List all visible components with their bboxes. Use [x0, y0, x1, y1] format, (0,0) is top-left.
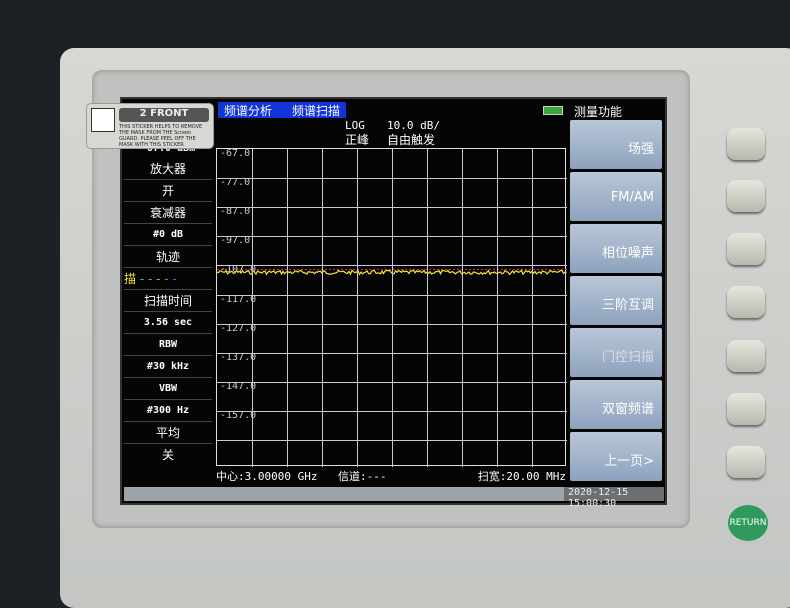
datetime: 2020-12-15 15:00:30 [564, 487, 664, 509]
detector: 正峰 [345, 133, 370, 147]
softkey-menu: 测量功能 场强 FM/AM 相位噪声 三阶互调 门控扫描 双窗频谱 上一页> [570, 100, 662, 484]
trigger: 自由触发 [387, 133, 436, 147]
softkey-phase-noise[interactable]: 相位噪声 [570, 224, 662, 273]
rbw-value[interactable]: #30 kHz [124, 356, 212, 378]
left-panel: -67.0 dBm 放大器 开 衰减器 #0 dB 轨迹 描 - - - - -… [124, 143, 212, 466]
grid-line-h [217, 352, 567, 354]
amp-value[interactable]: 开 [124, 180, 212, 202]
atten-label[interactable]: 衰减器 [124, 202, 212, 224]
softkey-dual-window[interactable]: 双窗频谱 [570, 380, 662, 429]
grid-line-v [427, 149, 428, 467]
hw-softkey-7[interactable] [727, 446, 765, 478]
softkey-prev-page[interactable]: 上一页> [570, 432, 662, 481]
softkey-title: 测量功能 [574, 105, 623, 119]
sticker-number: 2 [139, 108, 147, 119]
y-tick-label: -127.0 [220, 322, 257, 334]
grid-line-v [532, 149, 533, 467]
avg-label[interactable]: 平均 [124, 422, 212, 444]
hw-softkey-4[interactable] [727, 286, 765, 318]
vbw-value[interactable]: #300 Hz [124, 400, 212, 422]
trace-mode-text: 描 [124, 272, 137, 286]
grid-line-h [217, 323, 567, 325]
front-sticker: 2 FRONT THIS STICKER HELPS TO REMOVE THE… [86, 103, 214, 149]
hw-softkey-5[interactable] [727, 340, 765, 372]
grid-line-h [217, 207, 567, 209]
hw-softkey-6[interactable] [727, 393, 765, 425]
mode-bar[interactable]: 频谱分析 频谱扫描 [218, 102, 347, 119]
grid-line-v [322, 149, 323, 467]
grid-line-h [217, 236, 567, 238]
softkey-toi[interactable]: 三阶互调 [570, 276, 662, 325]
trace-mode[interactable]: 描 - - - - - [124, 268, 212, 290]
trace-label[interactable]: 轨迹 [124, 246, 212, 268]
softkey-gated-sweep[interactable]: 门控扫描 [570, 328, 662, 377]
softkey-field-strength[interactable]: 场强 [570, 120, 662, 169]
avg-value[interactable]: 关 [124, 444, 212, 466]
grid-line-v [462, 149, 463, 467]
sweep-label[interactable]: 扫描时间 [124, 290, 212, 312]
mode-label[interactable]: 频谱分析 [224, 102, 272, 119]
y-tick-label: -107.0 [220, 264, 257, 276]
y-tick-label: -77.0 [220, 177, 251, 189]
sticker-text: THIS STICKER HELPS TO REMOVE THE MASK FR… [119, 124, 203, 148]
spectrum-grid [216, 148, 567, 467]
vbw-label[interactable]: VBW [124, 378, 212, 400]
grid-line-v [287, 149, 288, 467]
y-tick-label: -147.0 [220, 380, 257, 392]
y-tick-label: -157.0 [220, 409, 257, 421]
y-tick-label: -67.0 [220, 148, 251, 159]
y-tick-label: -117.0 [220, 293, 257, 305]
center-freq[interactable]: 中心:3.00000 GHz [216, 468, 317, 484]
y-tick-label: -87.0 [220, 206, 251, 218]
battery-icon [543, 106, 563, 115]
grid-line-h [217, 440, 567, 441]
grid-line-v [497, 149, 498, 467]
y-tick-label: -137.0 [220, 351, 257, 363]
hw-softkey-1[interactable] [727, 128, 765, 160]
grid-line-v [392, 149, 393, 467]
submode-label[interactable]: 频谱扫描 [292, 102, 340, 119]
hw-softkey-2[interactable] [727, 180, 765, 212]
grid-line-h [217, 294, 567, 296]
atten-value[interactable]: #0 dB [124, 224, 212, 246]
status-bar: 2020-12-15 15:00:30 [124, 487, 664, 509]
grid-line-h [217, 178, 567, 180]
grid-line-h [217, 381, 567, 383]
rbw-label[interactable]: RBW [124, 334, 212, 356]
grid-line-h [217, 410, 567, 412]
return-button[interactable]: RETURN [728, 505, 768, 541]
span[interactable]: 扫宽:20.00 MHz [478, 468, 566, 484]
pen-icon [91, 108, 115, 132]
channel[interactable]: 信道:--- [338, 468, 387, 484]
y-tick-label: -97.0 [220, 235, 251, 247]
hw-softkey-3[interactable] [727, 233, 765, 265]
grid-line-v [357, 149, 358, 467]
sweep-value[interactable]: 3.56 sec [124, 312, 212, 334]
amp-label[interactable]: 放大器 [124, 158, 212, 180]
sticker-label: FRONT [150, 108, 189, 119]
softkey-fm-am[interactable]: FM/AM [570, 172, 662, 221]
grid-line-h [217, 265, 567, 267]
